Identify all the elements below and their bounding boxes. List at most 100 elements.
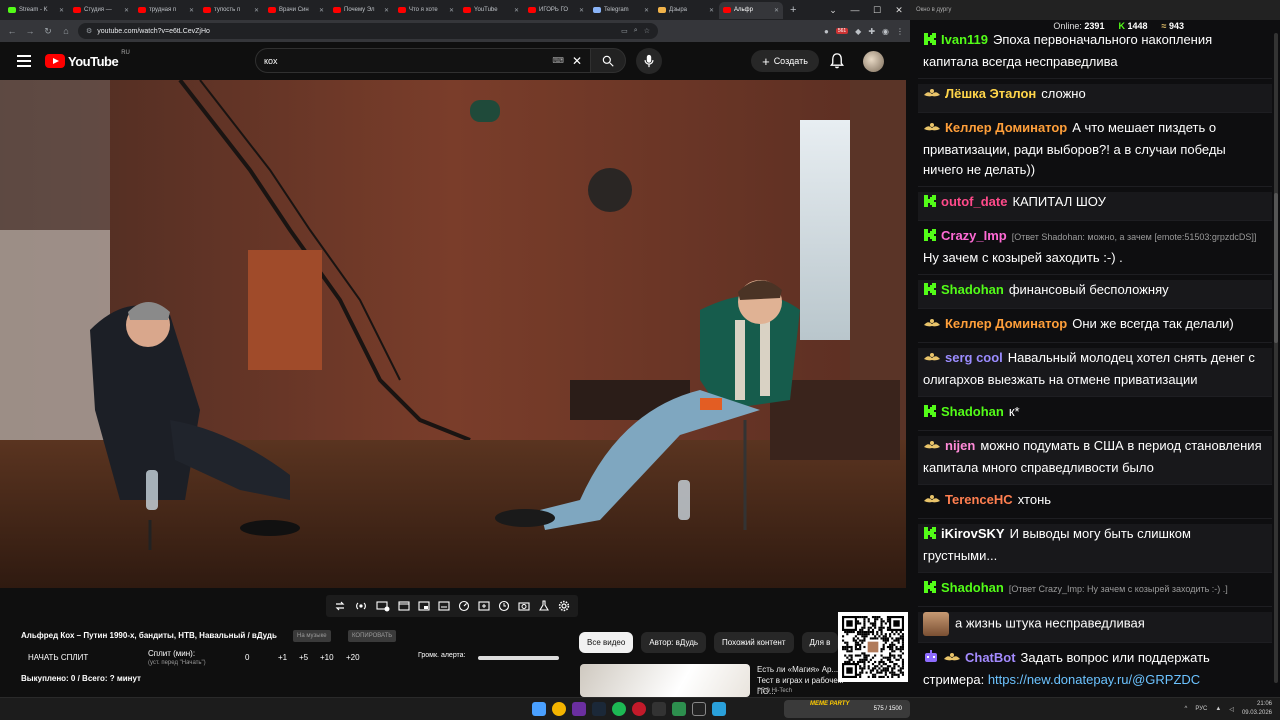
browser-tab[interactable]: Stream - K ✕ <box>4 2 68 19</box>
speed-icon[interactable] <box>458 600 470 612</box>
search-input[interactable]: кох ⌨ ✕ <box>255 48 591 73</box>
tray-chevron-icon[interactable]: ^ <box>1185 706 1188 712</box>
keyboard-icon[interactable]: ⌨ <box>552 56 564 65</box>
extension-shield-icon[interactable]: ◆ <box>855 27 861 36</box>
split-step-20[interactable]: +20 <box>346 653 360 662</box>
site-info-icon[interactable]: ⚙ <box>86 27 92 35</box>
split-minutes-value[interactable]: 0 <box>245 653 249 662</box>
chat-username[interactable]: Crazy_Imp <box>941 228 1007 243</box>
split-step-10[interactable]: +10 <box>320 653 334 662</box>
steam-icon[interactable] <box>592 702 606 716</box>
screen-record-icon[interactable] <box>376 600 390 612</box>
profile-icon[interactable]: ◉ <box>882 27 889 36</box>
listen-pill[interactable]: На музыке <box>293 630 331 642</box>
chat-link[interactable]: https://new.donatepay.ru/@GRPZDC <box>988 672 1200 687</box>
history-icon[interactable] <box>498 600 510 612</box>
search-button[interactable] <box>590 48 626 73</box>
video-player[interactable] <box>0 80 906 588</box>
flask-icon[interactable] <box>538 600 550 612</box>
close-window-icon[interactable]: ✕ <box>888 5 910 16</box>
chip-all-videos[interactable]: Все видео <box>579 632 634 653</box>
browser-tab[interactable]: ИГОРЬ ГО ✕ <box>524 2 588 19</box>
browser-tab[interactable]: Дзыра ✕ <box>654 2 718 19</box>
bookmark-star-icon[interactable]: ☆ <box>644 27 650 35</box>
chat-username[interactable]: Келлер Доминатор <box>945 120 1067 135</box>
account-avatar[interactable] <box>863 51 884 72</box>
browser-menu-icon[interactable]: ⋮ <box>896 27 904 36</box>
browser-tab[interactable]: трудная п ✕ <box>134 2 198 19</box>
chat-username[interactable]: Shadohan <box>941 404 1004 419</box>
app-icon[interactable] <box>652 702 666 716</box>
chat-username[interactable]: TerenceHC <box>945 492 1013 507</box>
browser-tab[interactable]: Студия — ✕ <box>69 2 133 19</box>
app-icon[interactable] <box>672 702 686 716</box>
screenshot-camera-icon[interactable] <box>518 600 530 612</box>
split-step-5[interactable]: +5 <box>299 653 308 662</box>
add-screen-icon[interactable] <box>478 600 490 612</box>
language-indicator[interactable]: РУС <box>1195 706 1207 712</box>
tab-close-icon[interactable]: ✕ <box>254 7 259 14</box>
clip-icon[interactable] <box>398 600 410 612</box>
tab-close-icon[interactable]: ✕ <box>644 7 649 14</box>
zoom-icon[interactable]: ⌕ <box>634 27 638 35</box>
loop-icon[interactable] <box>334 600 346 612</box>
volume-icon[interactable]: ◁ <box>1229 706 1234 713</box>
chat-username[interactable]: Shadohan <box>941 282 1004 297</box>
browser-tab[interactable]: тупость п ✕ <box>199 2 263 19</box>
clock[interactable]: 21:06 09.03.2026 <box>1242 700 1272 718</box>
spotify-icon[interactable] <box>612 702 626 716</box>
forward-icon[interactable]: → <box>24 26 36 36</box>
tab-close-icon[interactable]: ✕ <box>449 7 454 14</box>
chrome-icon[interactable] <box>552 702 566 716</box>
network-icon[interactable]: ▲ <box>1215 706 1221 712</box>
chat-username[interactable]: Ivan119 <box>941 32 988 47</box>
notifications-button[interactable] <box>829 52 845 74</box>
chat-username[interactable]: outof_date <box>941 194 1007 209</box>
tab-close-icon[interactable]: ✕ <box>579 7 584 14</box>
app-icon[interactable] <box>692 702 706 716</box>
split-step-1[interactable]: +1 <box>278 653 287 662</box>
tab-close-icon[interactable]: ✕ <box>189 7 194 14</box>
broadcast-icon[interactable] <box>354 600 368 612</box>
recommended-video-thumbnail[interactable] <box>580 664 750 697</box>
chat-username[interactable]: iKirovSKY <box>941 526 1005 541</box>
tab-close-icon[interactable]: ✕ <box>774 7 779 14</box>
browser-tab[interactable]: YouTube ✕ <box>459 2 523 19</box>
tab-close-icon[interactable]: ✕ <box>709 7 714 14</box>
back-icon[interactable]: ← <box>6 26 18 36</box>
chip-similar[interactable]: Похожий контент <box>714 632 794 653</box>
minimize-icon[interactable]: — <box>844 5 866 15</box>
copy-button[interactable]: КОПИРОВАТЬ <box>348 630 397 642</box>
browser-tab[interactable]: Telegram ✕ <box>589 2 653 19</box>
url-field[interactable]: ⚙ youtube.com/watch?v=e6tLCevZjHo ▭ ⌕ ☆ <box>78 23 658 39</box>
browser-tab[interactable]: Врачи Син ✕ <box>264 2 328 19</box>
clear-search-icon[interactable]: ✕ <box>572 54 582 68</box>
start-split-button[interactable]: НАЧАТЬ СПЛИТ <box>28 653 88 662</box>
browser-tab[interactable]: Почему Эл ✕ <box>329 2 393 19</box>
browser-tab[interactable]: Что я хоте ✕ <box>394 2 458 19</box>
tab-close-icon[interactable]: ✕ <box>319 7 324 14</box>
browser-tab[interactable]: Альфр ✕ <box>719 1 783 19</box>
home-icon[interactable]: ⌂ <box>60 26 72 36</box>
chat-username[interactable]: Лёшка Эталон <box>945 86 1036 101</box>
voice-search-button[interactable] <box>636 48 662 74</box>
subtitles-icon[interactable] <box>438 600 450 612</box>
tab-close-icon[interactable]: ✕ <box>384 7 389 14</box>
recorder-icon[interactable] <box>632 702 646 716</box>
extension-icon[interactable]: ● <box>824 27 829 36</box>
create-button[interactable]: + Создать <box>751 50 819 72</box>
cast-icon[interactable]: ▭ <box>621 27 628 35</box>
tab-close-icon[interactable]: ✕ <box>124 7 129 14</box>
chat-scrollbar[interactable] <box>1274 33 1278 683</box>
new-tab-icon[interactable]: + <box>790 4 796 16</box>
telegram-icon[interactable] <box>712 702 726 716</box>
tab-close-icon[interactable]: ✕ <box>514 7 519 14</box>
chat-username[interactable]: Shadohan <box>941 580 1004 595</box>
tab-close-icon[interactable]: ✕ <box>59 7 64 14</box>
chip-author[interactable]: Автор: вДудь <box>641 632 707 653</box>
start-button-icon[interactable] <box>532 702 546 716</box>
maximize-icon[interactable]: ☐ <box>866 5 888 16</box>
chip-for-you[interactable]: Для в <box>801 632 839 653</box>
picture-in-picture-icon[interactable] <box>418 600 430 612</box>
reload-icon[interactable]: ↻ <box>42 26 54 37</box>
